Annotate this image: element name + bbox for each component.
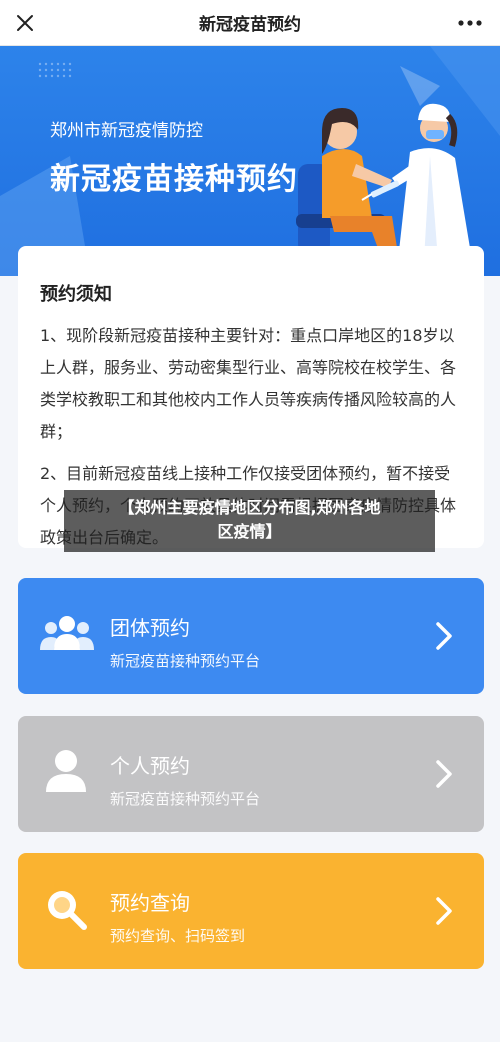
appointment-query-title: 预约查询: [110, 891, 190, 915]
close-icon: [17, 15, 33, 31]
person-icon: [46, 750, 86, 792]
chevron-right-icon: [436, 760, 452, 788]
appointment-query-subtitle: 预约查询、扫码签到: [110, 927, 246, 945]
group-appointment-title: 团体预约: [110, 616, 190, 640]
overlay-line-1: 【郑州主要疫情地区分布图,郑州各地: [118, 498, 381, 517]
hero-banner: 郑州市新冠疫情防控 新冠疫苗接种预约: [0, 46, 500, 276]
notice-item-1: 1、现阶段新冠疫苗接种主要针对：重点口岸地区的18岁以上人群，服务业、劳动密集型…: [40, 326, 457, 441]
overlay-line-2: 区疫情】: [217, 522, 282, 541]
personal-appointment-title: 个人预约: [110, 754, 190, 778]
banner-organization: 郑州市新冠疫情防控: [50, 121, 203, 141]
personal-appointment-card[interactable]: 个人预约 新冠疫苗接种预约平台: [18, 716, 484, 832]
overlay-caption: 【郑州主要疫情地区分布图,郑州各地 区疫情】: [64, 490, 435, 552]
appointment-query-card[interactable]: 预约查询 预约查询、扫码签到: [18, 853, 484, 969]
close-button[interactable]: [10, 8, 40, 38]
page-title: 新冠疫苗预约: [199, 15, 301, 35]
top-navigation-bar: 新冠疫苗预约: [0, 0, 500, 46]
more-button[interactable]: [452, 8, 488, 38]
chevron-right-icon: [436, 897, 452, 925]
group-appointment-card[interactable]: 团体预约 新冠疫苗接种预约平台: [18, 578, 484, 694]
more-icon: [458, 20, 482, 26]
chevron-right-icon: [436, 622, 452, 650]
banner-headline: 新冠疫苗接种预约: [50, 162, 298, 197]
search-icon: [48, 891, 87, 930]
notice-heading: 预约须知: [38, 280, 114, 306]
group-icon: [40, 616, 94, 650]
group-appointment-subtitle: 新冠疫苗接种预约平台: [110, 652, 261, 670]
personal-appointment-subtitle: 新冠疫苗接种预约平台: [110, 790, 261, 808]
